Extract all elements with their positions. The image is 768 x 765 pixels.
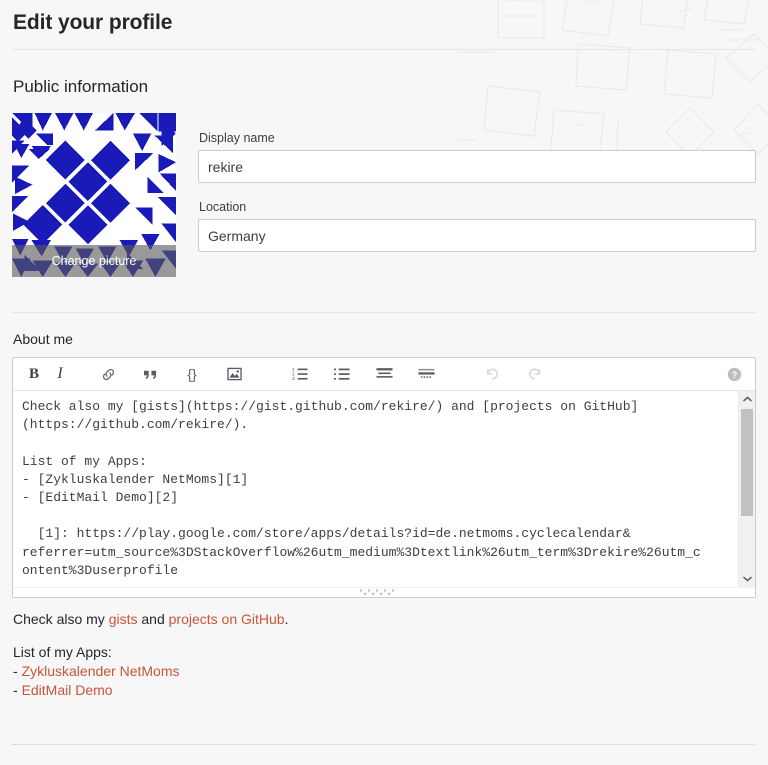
- change-picture-button[interactable]: Change picture: [12, 245, 176, 277]
- undo-icon[interactable]: [479, 361, 505, 387]
- preview-app-dash-2: -: [13, 682, 22, 698]
- profile-edit-page: Edit your profile Public information Cha…: [0, 0, 768, 700]
- preview-app-item-1: - Zykluskalender NetMoms: [13, 662, 755, 681]
- svg-text:3: 3: [292, 376, 295, 381]
- profile-fields: Display name Location: [176, 113, 756, 252]
- avatar[interactable]: Change picture: [12, 113, 176, 277]
- code-icon[interactable]: {}: [179, 361, 205, 387]
- location-input[interactable]: [198, 219, 756, 252]
- preview-link-zykluskalender[interactable]: Zykluskalender NetMoms: [22, 663, 180, 679]
- display-name-label: Display name: [199, 131, 275, 145]
- page-title: Edit your profile: [13, 11, 173, 34]
- scroll-up-icon[interactable]: [739, 391, 755, 407]
- display-name-input[interactable]: [198, 150, 756, 183]
- public-information-row: Change picture Display name Location: [12, 109, 756, 277]
- preview-apps-heading: List of my Apps:: [13, 644, 112, 660]
- heading-icon[interactable]: [371, 361, 397, 387]
- quote-icon[interactable]: [137, 361, 163, 387]
- textarea-scrollbar[interactable]: [738, 391, 755, 587]
- preview-paragraph-1: Check also my gists and projects on GitH…: [13, 610, 755, 629]
- svg-text:?: ?: [731, 369, 737, 379]
- ordered-list-icon[interactable]: 1 2 3: [287, 361, 313, 387]
- preview-text-prefix: Check also my: [13, 611, 109, 627]
- link-icon[interactable]: [95, 361, 121, 387]
- preview-text-mid: and: [137, 611, 169, 627]
- preview-link-projects[interactable]: projects on GitHub: [169, 611, 285, 627]
- editor-toolbar: B I {} 1 2 3 ?: [13, 358, 755, 391]
- scrollbar-thumb[interactable]: [741, 409, 753, 516]
- preview-app-item-2: - EditMail Demo: [13, 681, 755, 700]
- location-label: Location: [199, 200, 247, 214]
- about-me-label: About me: [13, 331, 73, 347]
- about-me-editor: B I {} 1 2 3 ? Check also my [gists](htt…: [12, 357, 756, 598]
- scroll-down-icon[interactable]: [739, 571, 755, 587]
- bulleted-list-icon[interactable]: [329, 361, 355, 387]
- preview-text-suffix: .: [284, 611, 289, 627]
- horizontal-rule-icon[interactable]: [413, 361, 439, 387]
- about-me-preview: Check also my gists and projects on GitH…: [12, 598, 756, 700]
- preview-link-editmail[interactable]: EditMail Demo: [22, 682, 113, 698]
- location-field-block: Location: [198, 200, 756, 252]
- about-me-textarea-wrap: [13, 391, 755, 587]
- image-icon[interactable]: [221, 361, 247, 387]
- textarea-resize-handle[interactable]: [13, 587, 755, 597]
- italic-icon[interactable]: I: [47, 361, 73, 387]
- about-me-textarea[interactable]: [13, 391, 738, 587]
- preview-link-gists[interactable]: gists: [109, 611, 138, 627]
- section-title-public-information: Public information: [13, 77, 149, 96]
- bottom-divider: [12, 744, 756, 746]
- display-name-field-block: Display name: [198, 131, 756, 183]
- redo-icon[interactable]: [521, 361, 547, 387]
- help-icon[interactable]: ?: [721, 361, 747, 387]
- bold-icon[interactable]: B: [21, 361, 47, 387]
- preview-app-dash-1: -: [13, 663, 22, 679]
